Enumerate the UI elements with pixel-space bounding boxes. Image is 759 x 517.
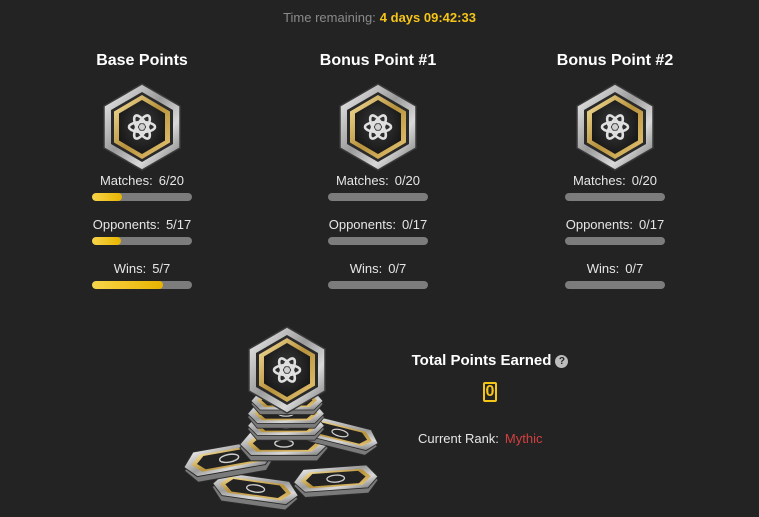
- stat-opponents: Opponents: 5/17: [42, 216, 242, 260]
- total-points: Total Points Earned? 0: [390, 350, 590, 402]
- column-title: Bonus Point #2: [556, 52, 674, 69]
- progress-bar: [328, 193, 428, 201]
- column-title: Base Points: [96, 52, 188, 69]
- stat-value: 5/17: [165, 217, 192, 232]
- mastery-medal-icon: [101, 82, 183, 172]
- progress-fill: [92, 193, 122, 201]
- stat-wins: Wins: 0/7: [278, 260, 478, 304]
- stat-opponents: Opponents: 0/17: [515, 216, 715, 260]
- stat-matches: Matches: 0/20: [278, 172, 478, 216]
- stat-wins: Wins: 0/7: [515, 260, 715, 304]
- stat-value: 0/7: [625, 261, 644, 276]
- stat-label: Opponents:: [92, 217, 160, 232]
- stat-label: Wins:: [349, 261, 383, 276]
- stat-matches: Matches: 0/20: [515, 172, 715, 216]
- time-remaining: Time remaining: 4 days 09:42:33: [0, 10, 759, 25]
- progress-bar: [328, 281, 428, 289]
- progress-bar: [92, 237, 192, 245]
- total-points-label: Total Points Earned: [411, 352, 552, 369]
- question-mark-icon[interactable]: ?: [555, 355, 569, 368]
- stat-matches: Matches: 6/20: [42, 172, 242, 216]
- progress-bar: [328, 237, 428, 245]
- time-remaining-value: 4 days 09:42:33: [379, 10, 476, 25]
- stat-value: 0/17: [401, 217, 428, 232]
- current-rank: Current Rank: Mythic: [418, 431, 542, 446]
- progress-fill: [92, 237, 121, 245]
- stat-label: Wins:: [586, 261, 620, 276]
- stat-value: 5/7: [152, 261, 171, 276]
- stat-label: Matches:: [572, 173, 626, 188]
- stat-label: Wins:: [113, 261, 147, 276]
- mastery-medal-icon: [337, 82, 419, 172]
- progress-bar: [565, 281, 665, 289]
- progress-bar: [565, 237, 665, 245]
- progress-bar: [565, 193, 665, 201]
- bonus-point-2-column: Bonus Point #2 Matches: 0/20 Opponents: 0/…: [515, 50, 715, 304]
- stat-value: 0/20: [631, 173, 658, 188]
- progress-bar: [92, 281, 192, 289]
- total-points-value: 0: [482, 382, 498, 402]
- progress-bar: [92, 193, 192, 201]
- stat-label: Matches:: [99, 173, 153, 188]
- stat-label: Opponents:: [565, 217, 633, 232]
- progress-fill: [92, 281, 163, 289]
- stat-value: 0/17: [638, 217, 665, 232]
- base-points-column: Base Points Matches: 6/20 Opponents: 5/17 …: [42, 50, 242, 304]
- mastery-medal-icon: [574, 82, 656, 172]
- stat-value: 6/20: [158, 173, 185, 188]
- stat-value: 0/7: [388, 261, 407, 276]
- current-rank-value: Mythic: [504, 431, 543, 446]
- medal-pile-icon: [180, 325, 382, 513]
- stat-wins: Wins: 5/7: [42, 260, 242, 304]
- stat-opponents: Opponents: 0/17: [278, 216, 478, 260]
- stat-value: 0/20: [394, 173, 421, 188]
- bonus-point-1-column: Bonus Point #1 Matches: 0/20 Opponents: 0/…: [278, 50, 478, 304]
- total-points-title: Total Points Earned?: [390, 350, 590, 372]
- current-rank-label: Current Rank:: [418, 431, 499, 446]
- stat-label: Opponents:: [328, 217, 396, 232]
- time-remaining-label: Time remaining:: [283, 10, 376, 25]
- stat-label: Matches:: [335, 173, 389, 188]
- column-title: Bonus Point #1: [319, 52, 437, 69]
